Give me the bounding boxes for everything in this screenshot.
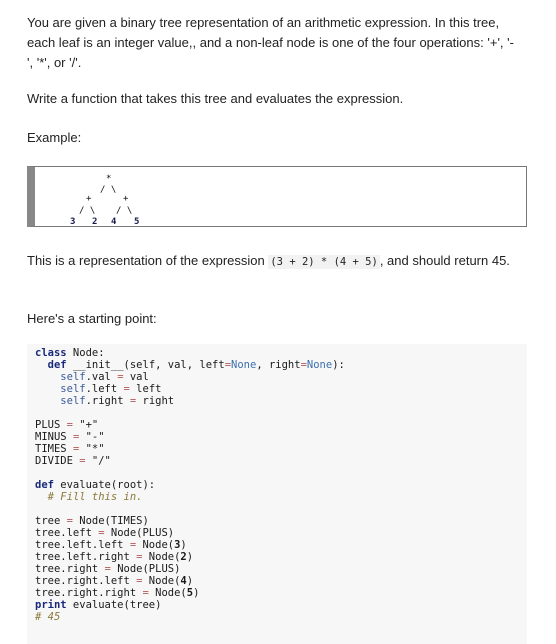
tree-leaf-2: 2 [92,217,97,225]
code-line: tree.right.left = Node(4) [35,575,194,587]
code-line: tree.right = Node(PLUS) [35,563,181,575]
code-line: self.val = val [60,371,149,383]
tree-diagram: * / \ + + / \ / \ 3 2 4 5 [70,174,139,225]
intro-paragraph: You are given a binary tree representati… [27,15,514,70]
code-line: self.right = right [60,395,175,407]
tree-left-edges: / \ [79,206,95,216]
code-line: MINUS = "-" [35,431,105,443]
code-line: tree = Node(TIMES) [35,515,149,527]
code-line: tree.left.right = Node(2) [35,551,194,563]
tree-leaf-4: 5 [134,217,139,225]
code-line: DIVIDE = "/" [35,455,111,467]
starting-point-label: Here's a starting point: [27,311,157,326]
code-line: PLUS = "+" [35,419,99,431]
code-line: self.left = left [60,383,162,395]
tree-left-operator: + [86,194,92,204]
representation-text-after: , and should return 45. [379,253,510,268]
code-line: def __init__(self, val, left=None, right… [47,359,345,371]
code-line: tree.right.right = Node(5) [35,587,200,599]
code-line: class Node: [35,347,105,359]
representation-paragraph: This is a representation of the expressi… [27,251,522,272]
code-line: # 45 [35,611,61,623]
code-block: class Node: def __init__(self, val, left… [27,344,527,644]
expression-code: (3 + 2) * (4 + 5) [268,255,380,269]
code-line: tree.left.left = Node(3) [35,539,187,551]
tree-right-edges: / \ [116,206,132,216]
tree-leaf-1: 3 [70,217,75,225]
tree-leaf-3: 4 [111,217,117,225]
representation-text-before: This is a representation of the expressi… [27,253,269,268]
tree-root-node: * [106,174,111,184]
tree-root-edges: / \ [100,185,116,195]
code-line: print evaluate(tree) [35,599,162,611]
code-line: TIMES = "*" [35,443,105,455]
task-paragraph: Write a function that takes this tree an… [27,91,404,106]
tree-right-operator: + [123,194,129,204]
code-listing: class Node: def __init__(self, val, left… [35,347,345,623]
code-line: tree.left = Node(PLUS) [35,527,175,539]
example-label: Example: [27,130,82,145]
code-line: def evaluate(root): [35,479,156,491]
tree-diagram-block: * / \ + + / \ / \ 3 2 4 5 [27,166,527,227]
code-line: # Fill this in. [47,491,143,503]
